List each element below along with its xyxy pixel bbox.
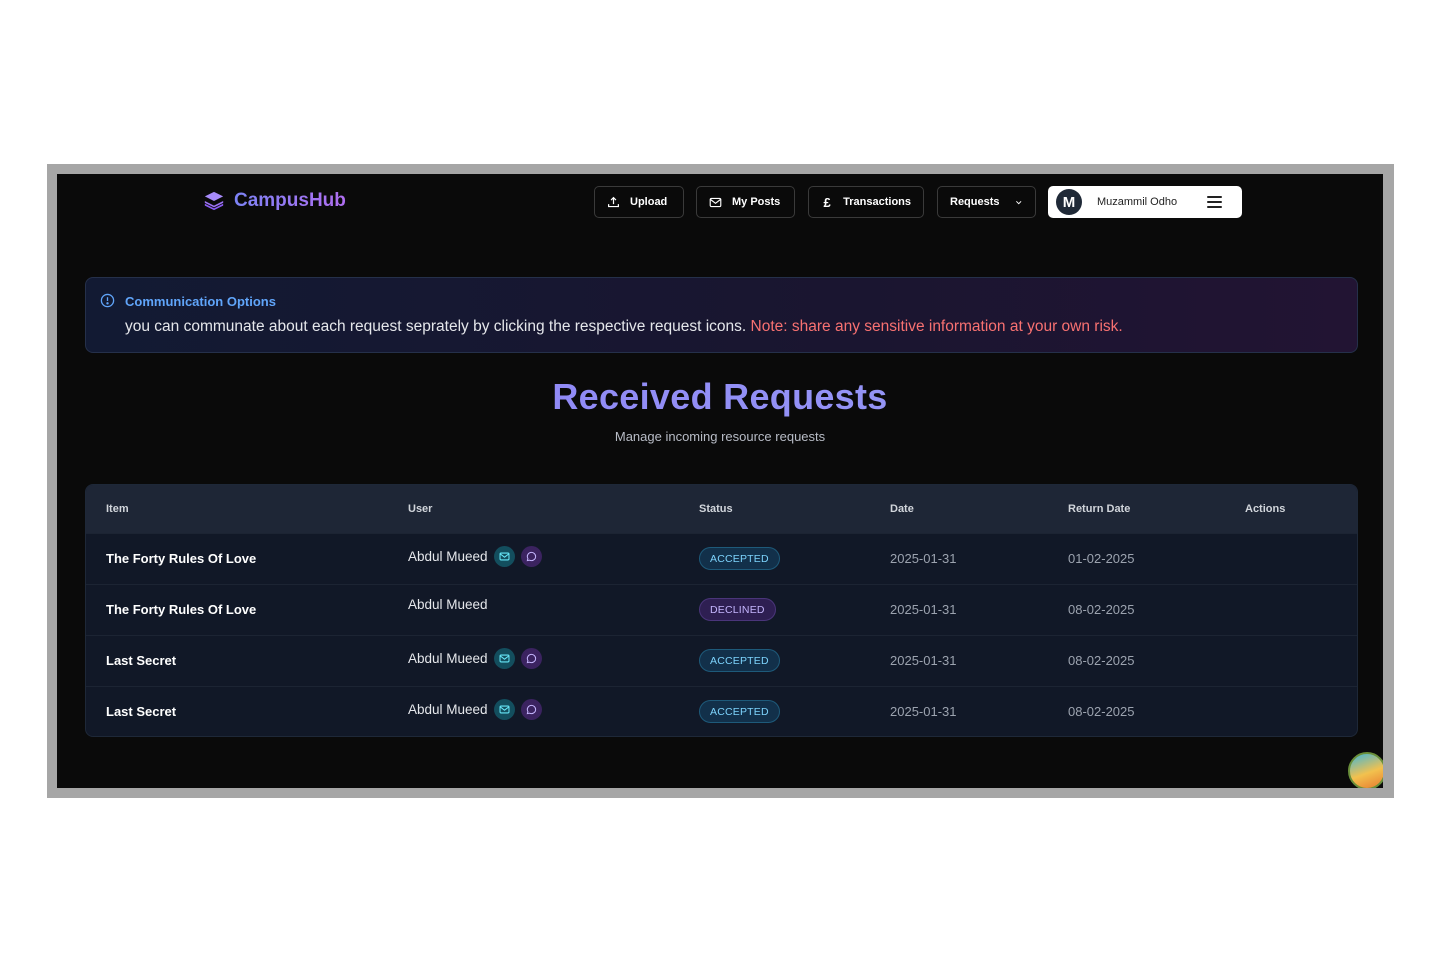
my-posts-button[interactable]: My Posts [696, 186, 795, 218]
mail-icon [709, 197, 722, 207]
return-date: 08-02-2025 [1068, 602, 1135, 617]
return-date: 01-02-2025 [1068, 551, 1135, 566]
header-user: User [408, 503, 433, 515]
status-badge: ACCEPTED [699, 547, 780, 570]
requests-label: Requests [950, 196, 1000, 208]
request-date: 2025-01-31 [890, 704, 957, 719]
app-name: CampusHub [234, 190, 346, 211]
avatar: M [1056, 189, 1082, 215]
item-title: Last Secret [106, 704, 177, 719]
user-cell: Abdul Mueed [408, 597, 488, 612]
chat-icon [526, 551, 536, 562]
email-button[interactable] [493, 546, 515, 567]
communication-alert: Communication Options you can communate … [85, 277, 1358, 353]
page-title: Received Requests [57, 376, 1383, 418]
email-button[interactable] [493, 699, 515, 720]
chat-button[interactable] [520, 546, 542, 567]
info-icon [100, 293, 115, 308]
user-menu-button[interactable]: M Muzammil Odho [1048, 186, 1242, 218]
app-screen: CampusHub Upload My Posts £ Transactions… [57, 174, 1383, 788]
request-date: 2025-01-31 [890, 653, 957, 668]
user-name: Abdul Mueed [408, 597, 488, 612]
chat-icon [526, 653, 536, 664]
app-logo[interactable]: CampusHub [203, 190, 346, 212]
status-badge: ACCEPTED [699, 649, 780, 672]
transactions-button[interactable]: £ Transactions [808, 186, 924, 218]
table-header: Item User Status Date Return Date Action… [86, 485, 1357, 533]
email-button[interactable] [493, 648, 515, 669]
status-badge: ACCEPTED [699, 700, 780, 723]
user-name: Muzammil Odho [1097, 196, 1178, 208]
layers-icon [204, 191, 224, 211]
chat-button[interactable] [520, 648, 542, 669]
alert-note: Note: share any sensitive information at… [750, 318, 1123, 335]
item-title: The Forty Rules Of Love [106, 602, 257, 617]
header-date: Date [890, 503, 914, 515]
alert-message: you can communate about each request sep… [125, 318, 1123, 336]
table-row: The Forty Rules Of Love Abdul Mueed DECL… [86, 584, 1357, 635]
item-title: Last Secret [106, 653, 177, 668]
transactions-label: Transactions [843, 196, 911, 208]
request-date: 2025-01-31 [890, 602, 957, 617]
header-actions: Actions [1245, 503, 1286, 515]
alert-title: Communication Options [125, 294, 276, 309]
header-item: Item [106, 503, 129, 515]
pound-icon: £ [823, 194, 831, 210]
upload-button[interactable]: Upload [594, 186, 684, 218]
return-date: 08-02-2025 [1068, 704, 1135, 719]
alert-text: you can communate about each request sep… [125, 318, 747, 335]
page-subtitle: Manage incoming resource requests [614, 429, 826, 444]
user-name: Abdul Mueed [408, 549, 488, 564]
floating-widget-icon[interactable] [1348, 752, 1383, 788]
header-return-date: Return Date [1068, 503, 1131, 515]
mail-icon [499, 705, 510, 714]
status-badge: DECLINED [699, 598, 776, 621]
item-title: The Forty Rules Of Love [106, 551, 257, 566]
request-date: 2025-01-31 [890, 551, 957, 566]
upload-icon [608, 196, 619, 207]
user-cell: Abdul Mueed [408, 699, 542, 720]
table-row: The Forty Rules Of Love Abdul Mueed ACCE… [86, 533, 1357, 584]
menu-icon [1207, 196, 1222, 208]
header-status: Status [699, 503, 733, 515]
table-row: Last Secret Abdul Mueed ACCEPTED 2025-01… [86, 635, 1357, 686]
return-date: 08-02-2025 [1068, 653, 1135, 668]
chat-button[interactable] [520, 699, 542, 720]
my-posts-label: My Posts [732, 196, 781, 208]
mail-icon [499, 552, 510, 561]
requests-dropdown[interactable]: Requests [937, 186, 1036, 218]
chevron-down-icon [1015, 200, 1021, 204]
upload-label: Upload [630, 196, 668, 208]
user-cell: Abdul Mueed [408, 648, 542, 669]
mail-icon [499, 654, 510, 663]
user-name: Abdul Mueed [408, 651, 488, 666]
requests-table: Item User Status Date Return Date Action… [85, 484, 1358, 737]
user-name: Abdul Mueed [408, 702, 488, 717]
chat-icon [526, 704, 536, 715]
table-row: Last Secret Abdul Mueed ACCEPTED 2025-01… [86, 686, 1357, 736]
user-cell: Abdul Mueed [408, 546, 542, 567]
